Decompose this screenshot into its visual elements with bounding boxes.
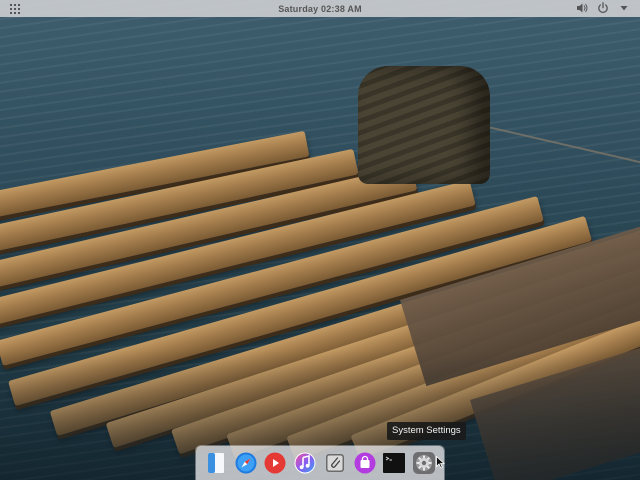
- youtube-icon[interactable]: [263, 451, 287, 475]
- power-icon[interactable]: [597, 2, 609, 14]
- volume-icon[interactable]: [576, 2, 588, 14]
- mouse-cursor-icon: [436, 455, 446, 474]
- system-settings-tooltip: System Settings: [387, 422, 466, 440]
- chevron-down-icon[interactable]: [618, 2, 630, 14]
- itunes-music-icon[interactable]: [293, 451, 317, 475]
- clock[interactable]: Saturday 02:38 AM: [278, 4, 362, 14]
- dock: [196, 446, 444, 480]
- desktop-wallpaper: [0, 0, 640, 480]
- app-store-bag-icon[interactable]: [353, 451, 377, 475]
- apps-grid-icon[interactable]: [10, 4, 20, 14]
- system-tray: [576, 2, 630, 14]
- top-panel: Saturday 02:38 AM: [0, 0, 640, 17]
- terminal-icon[interactable]: [382, 451, 406, 475]
- files-icon[interactable]: [204, 451, 228, 475]
- safari-browser-icon[interactable]: [234, 451, 258, 475]
- wallpaper-bollard: [358, 66, 490, 184]
- system-settings-icon[interactable]: [412, 451, 436, 475]
- clipboard-paperclip-icon[interactable]: [323, 451, 347, 475]
